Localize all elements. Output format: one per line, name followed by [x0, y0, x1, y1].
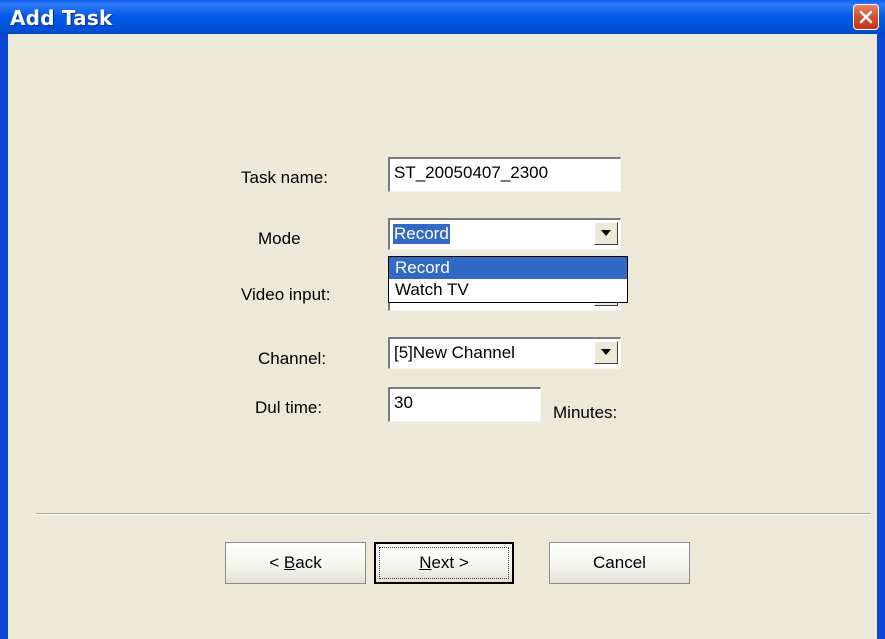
mode-value: Record: [393, 224, 450, 244]
video-input-label: Video input:: [241, 285, 331, 304]
window-title: Add Task: [10, 6, 113, 30]
focus-rectangle: [379, 547, 509, 579]
channel-select[interactable]: [5]New Channel: [388, 337, 621, 369]
close-button[interactable]: [853, 4, 879, 30]
task-name-label: Task name:: [241, 168, 328, 187]
title-bar[interactable]: Add Task: [0, 0, 885, 34]
dialog-body: Task name: ST_20050407_2300 Mode Record …: [8, 34, 877, 639]
back-button-prefix: <: [269, 553, 284, 572]
back-button-rest: ack: [295, 553, 322, 572]
chevron-down-icon: [601, 349, 611, 355]
duration-label: Dul time:: [255, 398, 323, 417]
channel-label: Channel:: [258, 349, 327, 368]
back-button-mnemonic: B: [283, 553, 296, 572]
duration-value: 30: [394, 393, 413, 412]
task-name-value: ST_20050407_2300: [394, 163, 549, 182]
channel-value: [5]New Channel: [394, 343, 515, 362]
add-task-dialog: Add Task Task name: ST_20050407_2300 Mod…: [0, 0, 885, 639]
close-icon: [859, 10, 873, 24]
chevron-down-icon: [601, 230, 611, 236]
duration-unit-label: Minutes:: [553, 403, 618, 422]
task-name-input[interactable]: ST_20050407_2300: [388, 157, 621, 192]
mode-label: Mode: [258, 229, 301, 248]
divider: [36, 513, 871, 515]
mode-dropdown-button[interactable]: [594, 222, 618, 245]
mode-option-watch-tv[interactable]: Watch TV: [389, 279, 627, 301]
cancel-button[interactable]: Cancel: [549, 542, 690, 584]
next-button[interactable]: Next >: [374, 542, 514, 584]
back-button[interactable]: < Back: [225, 542, 366, 584]
duration-input[interactable]: 30: [388, 387, 541, 422]
mode-option-record[interactable]: Record: [389, 257, 627, 279]
mode-dropdown-list: Record Watch TV: [388, 256, 628, 303]
mode-select[interactable]: Record: [388, 218, 621, 250]
channel-dropdown-button[interactable]: [594, 341, 618, 364]
